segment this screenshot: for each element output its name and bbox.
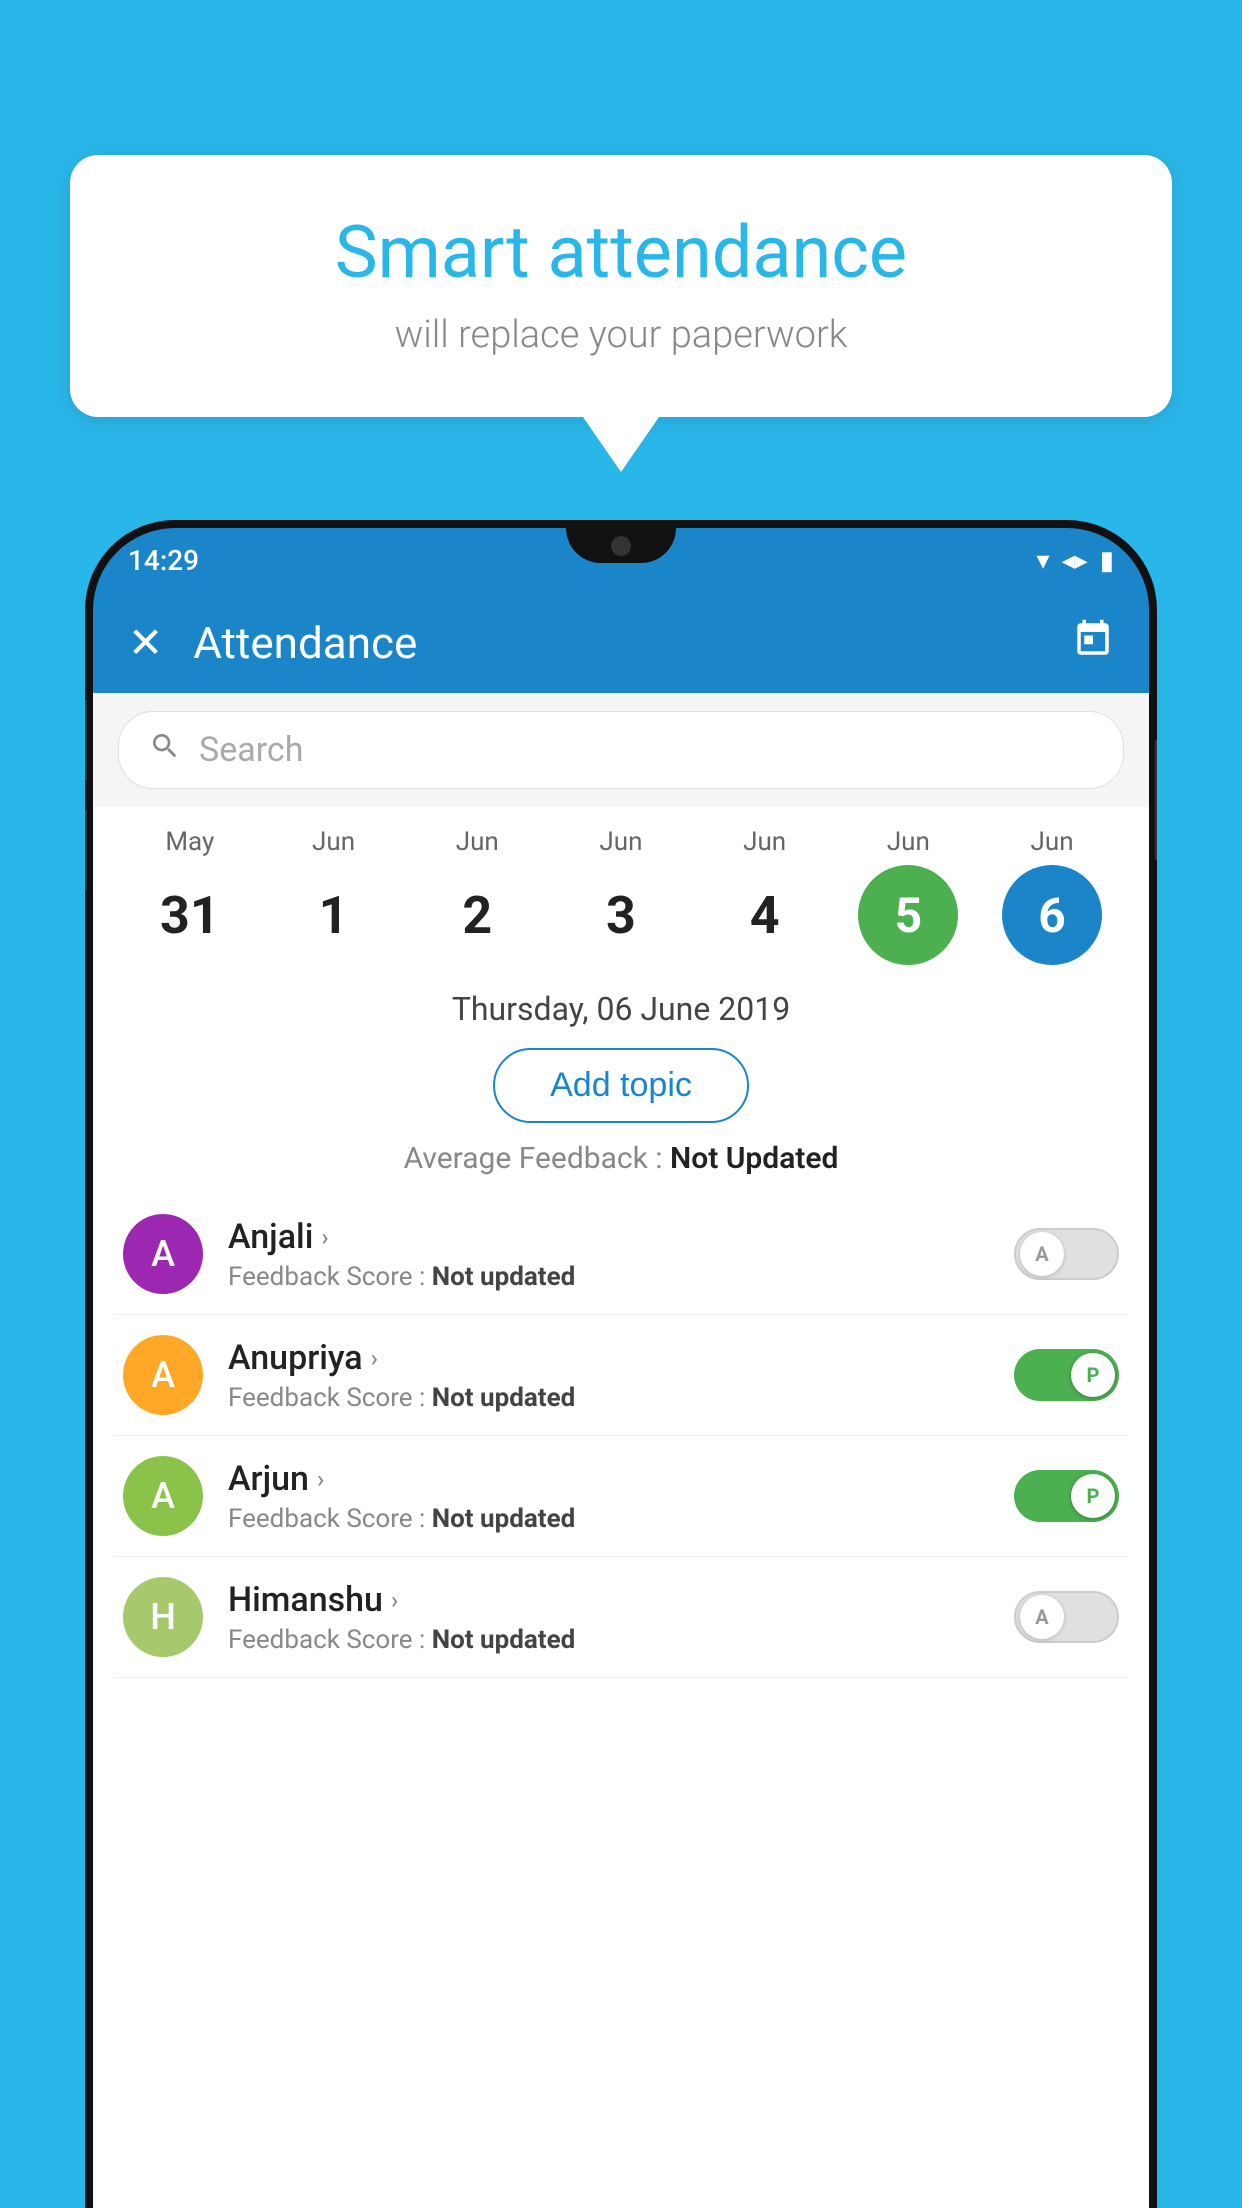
calendar-date[interactable]: 5 [858, 865, 958, 965]
calendar-month: Jun [599, 827, 642, 857]
calendar-icon[interactable] [1072, 618, 1114, 669]
feedback-score: Feedback Score : Not updated [228, 1262, 1014, 1292]
search-icon [149, 730, 181, 770]
chevron-right-icon: › [321, 1223, 328, 1251]
calendar-month: Jun [456, 827, 499, 857]
speech-bubble-title: Smart attendance [130, 210, 1112, 295]
calendar-day[interactable]: Jun 4 [700, 827, 830, 965]
calendar-date[interactable]: 3 [571, 865, 671, 965]
add-topic-button[interactable]: Add topic [493, 1048, 749, 1123]
calendar-date[interactable]: 1 [284, 865, 384, 965]
student-name: Himanshu › [228, 1580, 1014, 1620]
avg-feedback-value: Not Updated [670, 1141, 838, 1176]
status-icons: ▾ ◂▸ ▮ [1037, 546, 1114, 576]
chevron-right-icon: › [317, 1465, 324, 1493]
phone-screen: 14:29 ▾ ◂▸ ▮ ✕ Attendance [93, 528, 1149, 2208]
calendar-day[interactable]: May 31 [125, 827, 255, 965]
avatar: A [123, 1456, 203, 1536]
calendar-date[interactable]: 2 [427, 865, 527, 965]
calendar-date[interactable]: 4 [715, 865, 815, 965]
app-bar-title: Attendance [193, 617, 1072, 669]
speech-bubble-container: Smart attendance will replace your paper… [70, 155, 1172, 472]
search-input-wrapper[interactable]: Search [118, 711, 1124, 789]
front-camera [611, 536, 631, 556]
student-item[interactable]: H Himanshu › Feedback Score : Not updatedA [113, 1557, 1129, 1678]
avg-feedback-label: Average Feedback : [404, 1141, 670, 1176]
attendance-toggle[interactable]: A [1014, 1591, 1119, 1643]
student-name: Anjali › [228, 1217, 1014, 1257]
student-name: Anupriya › [228, 1338, 1014, 1378]
student-info: Arjun › Feedback Score : Not updated [228, 1459, 1014, 1534]
student-item[interactable]: A Arjun › Feedback Score : Not updated P [113, 1436, 1129, 1557]
calendar-month: Jun [312, 827, 355, 857]
student-list: AAnjali ›Feedback Score : Not updatedAAA… [93, 1194, 1149, 1678]
toggle-switch[interactable]: A [1014, 1228, 1119, 1280]
volume-up-button [85, 700, 87, 780]
attendance-toggle[interactable]: P [1014, 1349, 1119, 1401]
toggle-switch[interactable]: P [1014, 1349, 1119, 1401]
avatar: A [123, 1335, 203, 1415]
feedback-score: Feedback Score : Not updated [228, 1625, 1014, 1655]
chevron-right-icon: › [371, 1344, 378, 1372]
student-name: Arjun › [228, 1459, 1014, 1499]
status-time: 14:29 [128, 544, 199, 577]
speech-bubble-tail [583, 417, 659, 472]
toggle-knob: A [1020, 1595, 1064, 1639]
phone-frame: 14:29 ▾ ◂▸ ▮ ✕ Attendance [85, 520, 1157, 2208]
attendance-toggle[interactable]: A [1014, 1228, 1119, 1280]
calendar-day[interactable]: Jun 1 [269, 827, 399, 965]
calendar-month: Jun [743, 827, 786, 857]
wifi-icon: ▾ [1037, 546, 1050, 576]
student-info: Anjali › Feedback Score : Not updated [228, 1217, 1014, 1292]
student-item[interactable]: A Anupriya › Feedback Score : Not updated P [113, 1315, 1129, 1436]
toggle-switch[interactable]: A [1014, 1591, 1119, 1643]
screen-content: Search May 31 Jun 1 Jun 2 Jun 3 Jun 4 Jun 5 Jun 6 Thu… [93, 693, 1149, 2208]
signal-icon: ◂▸ [1062, 546, 1088, 576]
close-button[interactable]: ✕ [128, 618, 163, 668]
attendance-toggle[interactable]: P [1014, 1470, 1119, 1522]
student-item[interactable]: AAnjali ›Feedback Score : Not updatedA [113, 1194, 1129, 1315]
student-info: Himanshu › Feedback Score : Not updated [228, 1580, 1014, 1655]
calendar-day[interactable]: Jun 5 [843, 827, 973, 965]
feedback-score: Feedback Score : Not updated [228, 1383, 1014, 1413]
calendar-strip: May 31 Jun 1 Jun 2 Jun 3 Jun 4 Jun 5 Jun 6 [93, 807, 1149, 975]
toggle-knob: P [1071, 1353, 1115, 1397]
search-input[interactable]: Search [199, 730, 303, 770]
toggle-knob: P [1071, 1474, 1115, 1518]
chevron-right-icon: › [391, 1586, 398, 1614]
calendar-date[interactable]: 31 [140, 865, 240, 965]
calendar-day[interactable]: Jun 6 [987, 827, 1117, 965]
avatar: H [123, 1577, 203, 1657]
calendar-day[interactable]: Jun 2 [412, 827, 542, 965]
speech-bubble: Smart attendance will replace your paper… [70, 155, 1172, 417]
calendar-month: Jun [1031, 827, 1074, 857]
calendar-month: Jun [887, 827, 930, 857]
search-bar-container: Search [93, 693, 1149, 807]
speech-bubble-subtitle: will replace your paperwork [130, 313, 1112, 357]
battery-icon: ▮ [1100, 546, 1114, 576]
selected-date-label: Thursday, 06 June 2019 [93, 975, 1149, 1043]
calendar-day[interactable]: Jun 3 [556, 827, 686, 965]
toggle-switch[interactable]: P [1014, 1470, 1119, 1522]
calendar-month: May [165, 827, 214, 857]
calendar-date[interactable]: 6 [1002, 865, 1102, 965]
feedback-score: Feedback Score : Not updated [228, 1504, 1014, 1534]
student-info: Anupriya › Feedback Score : Not updated [228, 1338, 1014, 1413]
avatar: A [123, 1214, 203, 1294]
volume-down-button [85, 810, 87, 890]
toggle-knob: A [1020, 1232, 1064, 1276]
app-bar: ✕ Attendance [93, 593, 1149, 693]
average-feedback: Average Feedback : Not Updated [93, 1141, 1149, 1176]
power-button [1155, 740, 1157, 860]
